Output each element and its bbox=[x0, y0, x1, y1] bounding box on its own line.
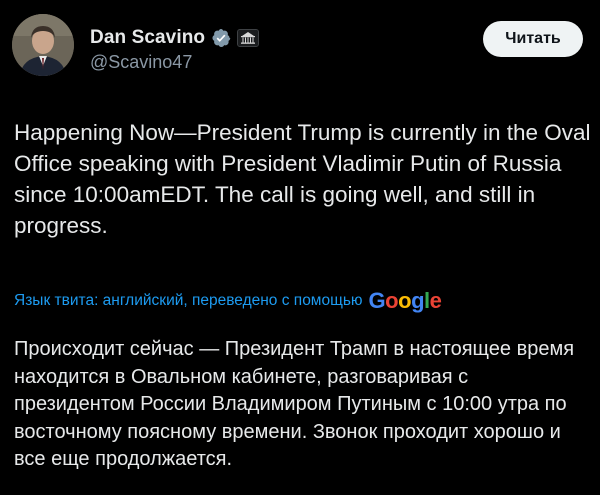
google-logo: Google bbox=[368, 288, 442, 313]
avatar[interactable] bbox=[12, 14, 74, 76]
translated-tweet-text: Происходит сейчас — Президент Трамп в на… bbox=[14, 338, 575, 470]
user-handle[interactable]: @Scavino47 bbox=[90, 52, 192, 73]
translation-attribution[interactable]: Язык твита: английский, переведено с пом… bbox=[14, 287, 442, 315]
verified-badge-icon[interactable] bbox=[211, 28, 231, 48]
translation-label[interactable]: Язык твита: английский, переведено с пом… bbox=[14, 292, 363, 310]
tweet-card: Dan Scavino @Scavino47 Читать Happening … bbox=[0, 0, 600, 495]
tweet-text: Happening Now—President Trump is current… bbox=[14, 120, 591, 238]
avatar-image bbox=[12, 14, 74, 76]
follow-button[interactable]: Читать bbox=[483, 21, 583, 57]
white-house-affiliate-icon[interactable] bbox=[237, 29, 260, 47]
display-name[interactable]: Dan Scavino bbox=[90, 27, 205, 49]
author-name-row: Dan Scavino bbox=[90, 24, 260, 52]
